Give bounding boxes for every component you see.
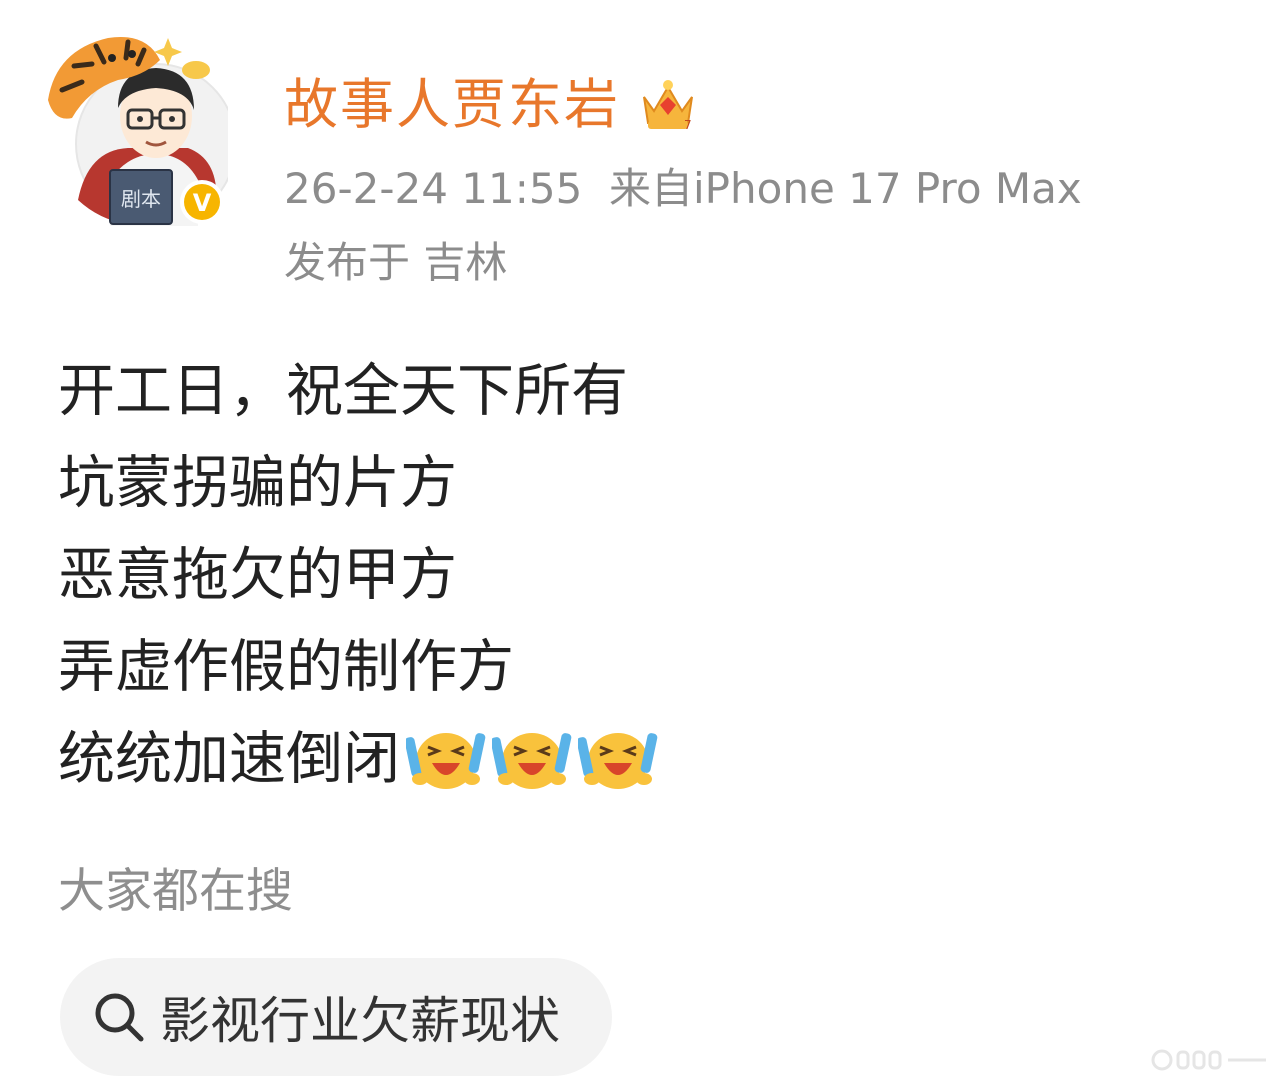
post-line: 开工日，祝全天下所有 — [58, 345, 658, 437]
post-meta-time: 26-2-24 11:55 来自iPhone 17 Pro Max — [284, 168, 1082, 210]
post-source: 来自iPhone 17 Pro Max — [609, 164, 1082, 213]
author-avatar[interactable]: 剧本 V — [48, 30, 228, 226]
post-text: 弄虚作假的制作方 — [58, 634, 514, 700]
post-line: 弄虚作假的制作方 — [58, 621, 658, 713]
author-name[interactable]: 故事人贾东岩 — [284, 78, 620, 132]
author-row: 故事人贾东岩 7 — [284, 70, 698, 140]
post-header: 故事人贾东岩 7 26-2-24 11:55 来自iPhone 17 Pro M… — [284, 70, 1082, 284]
svg-text:7: 7 — [684, 118, 692, 132]
watermark-graphic — [1151, 1049, 1266, 1071]
post-line: 统统加速倒闭 — [58, 713, 658, 805]
post-line: 坑蒙拐骗的片方 — [58, 437, 658, 529]
verified-badge-letter: V — [193, 189, 212, 217]
post-text: 恶意拖欠的甲方 — [58, 542, 457, 608]
post-time: 26-2-24 11:55 — [284, 164, 583, 213]
avatar-image: 剧本 V — [48, 36, 228, 226]
post-text: 坑蒙拐骗的片方 — [58, 450, 457, 516]
post-body: 开工日，祝全天下所有 坑蒙拐骗的片方 恶意拖欠的甲方 弄虚作假的制作方 统统加速… — [58, 345, 658, 805]
post-text: 开工日，祝全天下所有 — [58, 358, 628, 424]
crown-icon[interactable]: 7 — [638, 77, 698, 133]
search-icon — [95, 993, 144, 1042]
post-text: 统统加速倒闭 — [58, 726, 400, 792]
trending-search-label: 大家都在搜 — [58, 864, 293, 919]
laughing-crying-face-icon — [578, 723, 658, 795]
trending-search-chip[interactable]: 影视行业欠薪现状 — [60, 958, 612, 1076]
verified-badge: V — [180, 180, 224, 224]
laughing-crying-face-icon — [406, 723, 486, 795]
avatar-book-text: 剧本 — [121, 187, 161, 211]
trending-search-query: 影视行业欠薪现状 — [160, 992, 560, 1050]
post-location: 发布于 吉林 — [284, 238, 508, 287]
laughing-crying-face-icon — [492, 723, 572, 795]
post-line: 恶意拖欠的甲方 — [58, 529, 658, 621]
